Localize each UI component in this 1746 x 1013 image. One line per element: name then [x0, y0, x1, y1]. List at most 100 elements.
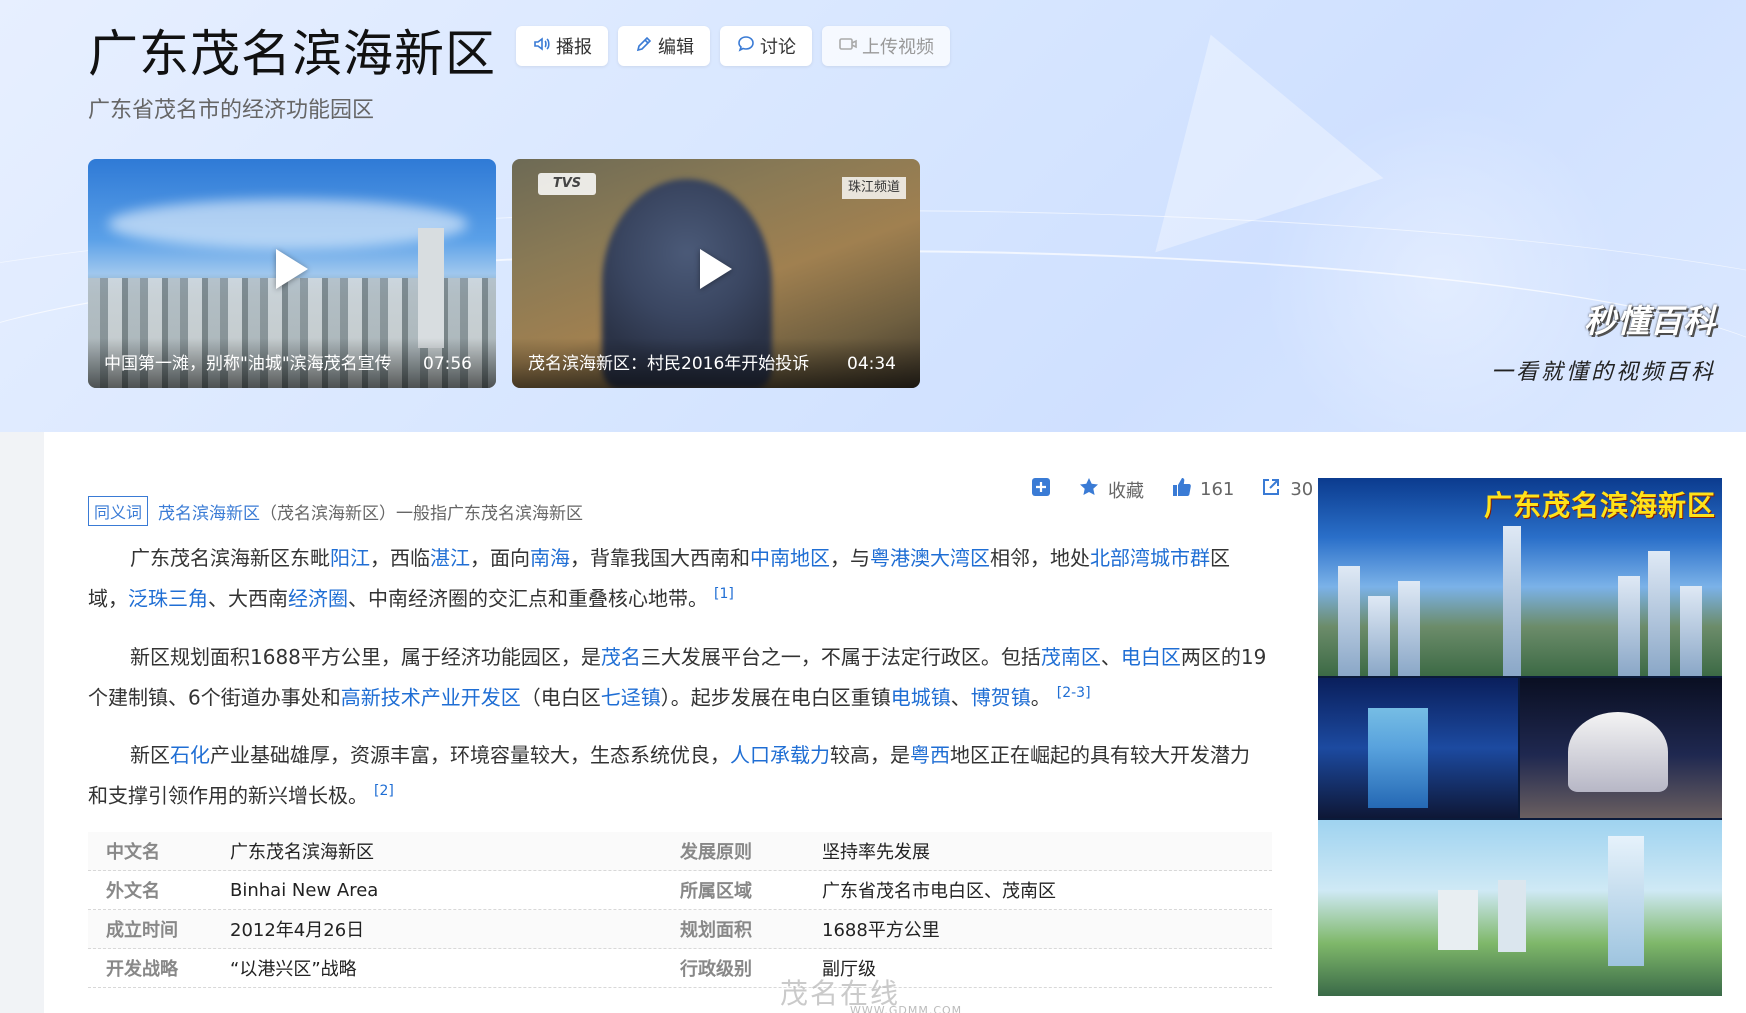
summary-text: 广东茂名滨海新区东毗: [130, 546, 330, 570]
video-duration: 04:34: [847, 354, 896, 374]
poster-night-towers: [1318, 678, 1518, 818]
left-rail: [0, 432, 44, 1013]
info-row: 开发战略 “以港兴区”战略 行政级别 副厅级: [88, 949, 1272, 988]
summary-text: 新区规划面积1688平方公里，属于经济功能园区，是: [130, 644, 601, 669]
star-icon: [1078, 476, 1100, 503]
entry-link[interactable]: 七迳镇: [601, 685, 661, 709]
video-thumbnail-tower: [418, 228, 444, 348]
summary-text: 产业基础雄厚，资源丰富，环境容量较大，生态系统优良，: [210, 743, 730, 768]
page-title: 广东茂名滨海新区: [88, 25, 496, 83]
watermark-url: WWW.GDMM.COM: [850, 1004, 963, 1013]
info-key: 中文名: [106, 842, 160, 863]
brand-logo[interactable]: 秒懂百科: [1491, 296, 1716, 342]
entry-link[interactable]: 经济圈: [288, 587, 348, 611]
add-button[interactable]: [1030, 476, 1052, 503]
synonym-tag: 同义词: [88, 496, 149, 526]
entry-link[interactable]: 中南地区: [750, 546, 830, 570]
share-icon: [1260, 476, 1282, 503]
entry-link[interactable]: 北部湾城市群: [1090, 546, 1210, 570]
reference-link[interactable]: [2]: [374, 783, 394, 799]
info-key: 所属区域: [680, 881, 752, 902]
basic-info-table: 中文名 广东茂名滨海新区 发展原则 坚持率先发展 外文名 Binhai New …: [88, 832, 1272, 988]
info-row: 成立时间 2012年4月26日 规划面积 1688平方公里: [88, 910, 1272, 949]
broadcast-button[interactable]: 播报: [516, 26, 608, 66]
summary-text: 、: [1100, 644, 1121, 669]
channel-tag: 珠江频道: [841, 177, 906, 199]
entry-link[interactable]: 粤西: [910, 743, 950, 767]
poster-waterfront: [1318, 820, 1722, 996]
upload-video-button[interactable]: 上传视频: [822, 26, 950, 66]
entry-link[interactable]: 泛珠三角: [128, 587, 208, 611]
entry-link[interactable]: 阳江: [330, 546, 370, 570]
summary-text: 三大发展平台之一，不属于法定行政区。包括: [640, 644, 1041, 669]
upload-video-label: 上传视频: [862, 37, 934, 58]
summary-text: 、中南经济圈的交汇点和重叠核心地带。: [348, 586, 708, 611]
entry-link[interactable]: 粤港澳大湾区: [870, 546, 990, 570]
video-thumbnail-sky: [108, 199, 468, 249]
entry-link[interactable]: 南海: [530, 546, 570, 570]
summary-text: 。: [1030, 685, 1051, 710]
entry-link[interactable]: 电白区: [1121, 645, 1181, 669]
info-value: 广东省茂名市电白区、茂南区: [822, 881, 1056, 902]
synonym-link[interactable]: 茂名滨海新区: [158, 504, 260, 524]
summary-image[interactable]: 广东茂名滨海新区: [1318, 478, 1722, 996]
summary-text: ，背靠我国大西南和: [570, 546, 750, 570]
discuss-label: 讨论: [760, 37, 796, 58]
video-title: 茂名滨海新区：村民2016年开始投诉: [528, 354, 810, 374]
info-value: 2012年4月26日: [230, 920, 365, 941]
summary-text: ，与: [830, 546, 870, 570]
summary-text: （电白区: [520, 685, 601, 710]
summary-text: ，面向: [470, 546, 530, 570]
entry-link[interactable]: 茂南区: [1041, 645, 1101, 669]
entry-link[interactable]: 人口承载力: [730, 743, 830, 767]
favorite-button[interactable]: 收藏: [1078, 476, 1144, 503]
video-card[interactable]: 中国第一滩，别称"油城"滨海茂名宣传 07:56: [88, 159, 496, 388]
video-title: 中国第一滩，别称"油城"滨海茂名宣传: [104, 354, 392, 374]
summary-paragraph: 新区规划面积1688平方公里，属于经济功能园区，是茂名三大发展平台之一，不属于法…: [88, 639, 1268, 716]
summary-text: ）。起步发展在电白区重镇: [660, 685, 891, 710]
summary-text: 、大西南: [208, 586, 288, 611]
info-key: 成立时间: [106, 920, 178, 941]
article-summary: 广东茂名滨海新区东毗阳江，西临湛江，面向南海，背靠我国大西南和中南地区，与粤港澳…: [88, 540, 1268, 836]
info-row: 外文名 Binhai New Area 所属区域 广东省茂名市电白区、茂南区: [88, 871, 1272, 910]
like-count: 161: [1200, 479, 1235, 500]
info-key: 发展原则: [680, 842, 752, 863]
share-button[interactable]: 30: [1260, 476, 1313, 503]
reference-link[interactable]: [1]: [714, 586, 734, 602]
reference-link[interactable]: [2-3]: [1057, 685, 1091, 701]
summary-text: ，西临: [370, 546, 430, 570]
play-icon[interactable]: [700, 248, 732, 289]
summary-paragraph: 新区石化产业基础雄厚，资源丰富，环境容量较大，生态系统优良，人口承载力较高，是粤…: [88, 737, 1268, 814]
info-value: Binhai New Area: [230, 879, 379, 901]
entry-link[interactable]: 电城镇: [891, 685, 951, 709]
info-row: 中文名 广东茂名滨海新区 发展原则 坚持率先发展: [88, 832, 1272, 871]
channel-logo: TVS: [538, 173, 596, 195]
info-value: 广东茂名滨海新区: [230, 842, 374, 863]
info-value: 坚持率先发展: [822, 842, 930, 863]
entry-link[interactable]: 高新技术产业开发区: [341, 685, 521, 709]
entry-link[interactable]: 石化: [170, 743, 210, 767]
pencil-icon: [634, 34, 654, 59]
like-button[interactable]: 161: [1170, 476, 1234, 503]
edit-button[interactable]: 编辑: [618, 26, 710, 66]
discuss-button[interactable]: 讨论: [720, 26, 812, 66]
summary-text: 相邻，地处: [990, 546, 1090, 570]
broadcast-label: 播报: [556, 37, 592, 58]
info-key: 开发战略: [106, 959, 178, 980]
play-icon[interactable]: [276, 248, 308, 289]
info-key: 外文名: [106, 881, 160, 902]
video-upload-icon: [838, 34, 858, 59]
entry-link[interactable]: 博贺镇: [971, 685, 1031, 709]
edit-label: 编辑: [658, 37, 694, 58]
favorite-label: 收藏: [1108, 480, 1144, 502]
video-card[interactable]: TVS 珠江频道 茂名滨海新区：村民2016年开始投诉 04:34: [512, 159, 920, 388]
page-subtitle: 广东省茂名市的经济功能园区: [88, 98, 375, 123]
summary-text: 、: [950, 685, 971, 710]
article-toolbar: 收藏 161 30: [1030, 476, 1313, 503]
action-bar: 播报 编辑 讨论 上传视频: [516, 26, 950, 66]
entry-link[interactable]: 茂名: [601, 645, 641, 669]
summary-paragraph: 广东茂名滨海新区东毗阳江，西临湛江，面向南海，背靠我国大西南和中南地区，与粤港澳…: [88, 540, 1268, 617]
video-list: 中国第一滩，别称"油城"滨海茂名宣传 07:56 TVS 珠江频道 茂名滨海新区…: [88, 159, 920, 388]
entry-link[interactable]: 湛江: [430, 546, 470, 570]
plus-square-icon: [1030, 476, 1052, 503]
